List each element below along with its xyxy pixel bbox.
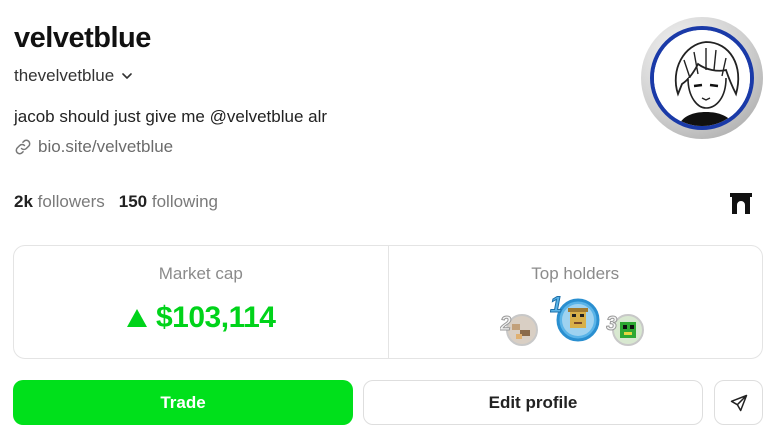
holder-rank-3[interactable]: 3 — [605, 310, 646, 351]
trade-button[interactable]: Trade — [13, 380, 353, 425]
top-holders-label: Top holders — [531, 264, 620, 283]
stats-card: Market cap $103,114 Top holders 2 1 3 — [13, 245, 763, 359]
holder-rank-1[interactable]: 1 — [549, 292, 600, 349]
following-stat[interactable]: 150 following — [119, 192, 218, 212]
profile-link[interactable]: bio.site/velvetblue — [14, 137, 173, 157]
archway-icon[interactable] — [728, 190, 754, 216]
link-icon — [15, 139, 31, 155]
handle-text: thevelvetblue — [14, 66, 115, 85]
top-holders-list: 2 1 3 — [389, 292, 763, 351]
followers-label: followers — [37, 192, 105, 211]
market-cap-panel[interactable]: Market cap $103,114 — [14, 246, 388, 358]
bio-text: jacob should just give me @velvetblue al… — [14, 107, 328, 126]
holder-avatar: 2 — [498, 313, 538, 346]
market-cap-label: Market cap — [158, 264, 243, 283]
followers-count: 2k — [14, 192, 33, 211]
follow-stats: 2k followers 150 following — [14, 192, 218, 212]
trend-up-icon — [127, 309, 147, 327]
following-count: 150 — [118, 192, 148, 211]
market-cap-display: $103,114 — [14, 301, 388, 335]
top-holders-panel[interactable]: Top holders 2 1 3 — [387, 246, 763, 358]
market-cap-value: $103,114 — [156, 301, 276, 334]
svg-text:3: 3 — [606, 313, 617, 335]
chevron-down-icon — [122, 73, 132, 79]
holder-avatar: 1 — [549, 292, 599, 342]
share-button[interactable] — [714, 380, 763, 425]
avatar-image — [650, 26, 754, 130]
edit-profile-button[interactable]: Edit profile — [363, 380, 703, 425]
holder-rank-2[interactable]: 2 — [498, 310, 540, 351]
holder-avatar: 3 — [605, 313, 644, 346]
handle-dropdown[interactable]: thevelvetblue — [14, 66, 134, 86]
followers-stat[interactable]: 2k followers — [14, 192, 105, 212]
svg-text:1: 1 — [550, 294, 562, 317]
following-label: following — [151, 192, 219, 211]
display-name: velvetblue — [14, 22, 151, 54]
send-icon — [730, 394, 747, 411]
link-text: bio.site/velvetblue — [38, 137, 174, 156]
profile-avatar[interactable] — [641, 17, 763, 139]
svg-text:2: 2 — [500, 313, 511, 335]
